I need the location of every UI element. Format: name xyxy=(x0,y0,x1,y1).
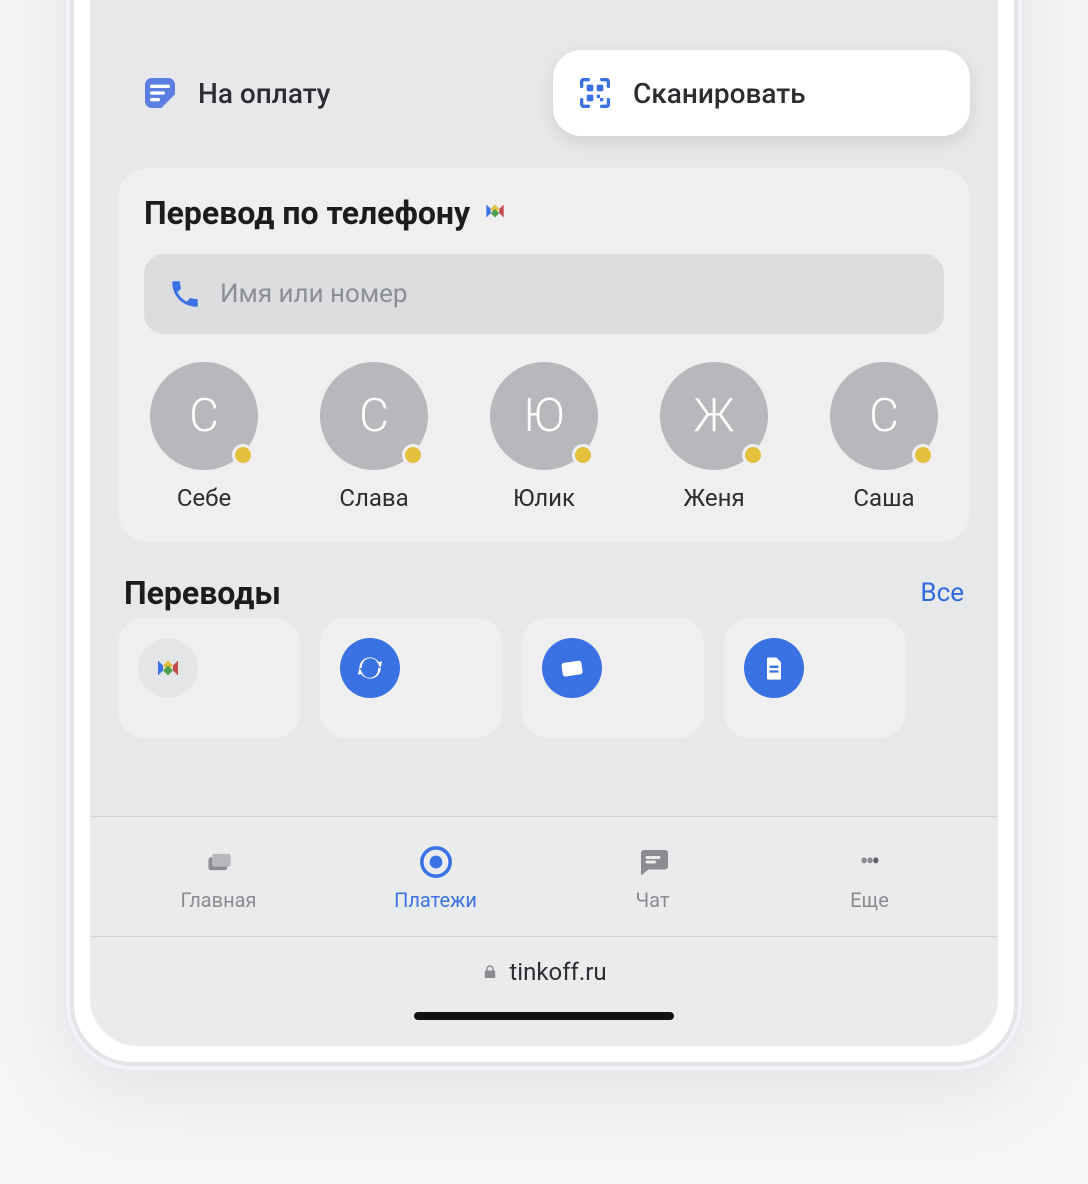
contact-name: Юлик xyxy=(513,484,575,512)
sbp-icon xyxy=(482,194,508,232)
avatar: С xyxy=(830,362,938,470)
tab-payments-label: Платежи xyxy=(394,888,477,912)
transfer-tile-exchange[interactable] xyxy=(320,618,502,738)
contact-name: Себе xyxy=(177,484,231,512)
chat-icon xyxy=(633,842,673,882)
transfers-header: Переводы Все xyxy=(118,574,970,612)
avatar: С xyxy=(320,362,428,470)
contact-name: Слава xyxy=(339,484,408,512)
avatar-initial: С xyxy=(359,389,389,443)
avatar-initial: С xyxy=(189,389,219,443)
scan-chip-label: Сканировать xyxy=(633,77,806,110)
tab-chat[interactable]: Чат xyxy=(544,842,761,912)
phone-icon xyxy=(168,277,202,311)
contacts-row: С Себе С Слава xyxy=(144,362,944,512)
phone-mockup: На оплату xyxy=(64,0,1024,1072)
transfer-tile-sbp[interactable] xyxy=(118,618,300,738)
phone-transfer-title: Перевод по телефону xyxy=(144,194,944,232)
phone-search-input[interactable]: Имя или номер xyxy=(144,254,944,334)
avatar-initial: Ж xyxy=(694,389,734,443)
contact-item[interactable]: С Саша xyxy=(824,362,944,512)
phone-screen: На оплату xyxy=(90,0,998,1046)
card-stack-icon xyxy=(199,842,239,882)
avatar-initial: С xyxy=(869,389,899,443)
pay-chip-label: На оплату xyxy=(198,77,330,110)
phone-transfer-title-text: Перевод по телефону xyxy=(144,194,470,232)
tab-payments[interactable]: Платежи xyxy=(327,842,544,912)
status-dot-icon xyxy=(232,444,254,466)
contact-name: Саша xyxy=(853,484,914,512)
qr-scan-icon xyxy=(575,73,615,113)
tab-home[interactable]: Главная xyxy=(110,842,327,912)
status-dot-icon xyxy=(572,444,594,466)
contact-name: Женя xyxy=(683,484,744,512)
phone-transfer-card: Перевод по телефону xyxy=(118,168,970,542)
contact-item[interactable]: С Слава xyxy=(314,362,434,512)
lock-icon xyxy=(481,963,499,981)
browser-url-bar[interactable]: tinkoff.ru xyxy=(90,936,998,1006)
more-icon xyxy=(850,842,890,882)
status-dot-icon xyxy=(742,444,764,466)
browser-url-text: tinkoff.ru xyxy=(509,958,606,986)
tab-chat-label: Чат xyxy=(635,888,669,912)
transfers-section: Переводы Все xyxy=(118,574,970,738)
document-icon xyxy=(744,638,804,698)
avatar: Ж xyxy=(660,362,768,470)
status-dot-icon xyxy=(912,444,934,466)
contact-item[interactable]: Ж Женя xyxy=(654,362,774,512)
tab-more[interactable]: Еще xyxy=(761,842,978,912)
contact-item[interactable]: Ю Юлик xyxy=(484,362,604,512)
transfer-tile-details[interactable] xyxy=(724,618,906,738)
tab-home-label: Главная xyxy=(180,888,256,912)
tab-more-label: Еще xyxy=(850,888,889,912)
avatar: С xyxy=(150,362,258,470)
home-indicator[interactable] xyxy=(90,1006,998,1046)
card-icon xyxy=(542,638,602,698)
transfers-all-link[interactable]: Все xyxy=(920,578,964,608)
pay-chip[interactable]: На оплату xyxy=(118,50,535,136)
home-indicator-bar xyxy=(414,1012,674,1020)
avatar: Ю xyxy=(490,362,598,470)
phone-frame: На оплату xyxy=(64,0,1024,1072)
transfers-title: Переводы xyxy=(124,574,281,612)
avatar-initial: Ю xyxy=(523,389,565,443)
sbp-circle-icon xyxy=(138,638,198,698)
transfers-row xyxy=(118,618,970,738)
status-dot-icon xyxy=(402,444,424,466)
receipt-icon xyxy=(140,73,180,113)
quick-actions-row: На оплату xyxy=(118,50,970,136)
scan-chip[interactable]: Сканировать xyxy=(553,50,970,136)
payments-icon xyxy=(416,842,456,882)
exchange-icon xyxy=(340,638,400,698)
transfer-tile-card[interactable] xyxy=(522,618,704,738)
app-content: На оплату xyxy=(90,0,998,816)
contact-item[interactable]: С Себе xyxy=(144,362,264,512)
phone-search-placeholder: Имя или номер xyxy=(220,279,408,309)
tab-bar: Главная Платежи xyxy=(90,816,998,936)
